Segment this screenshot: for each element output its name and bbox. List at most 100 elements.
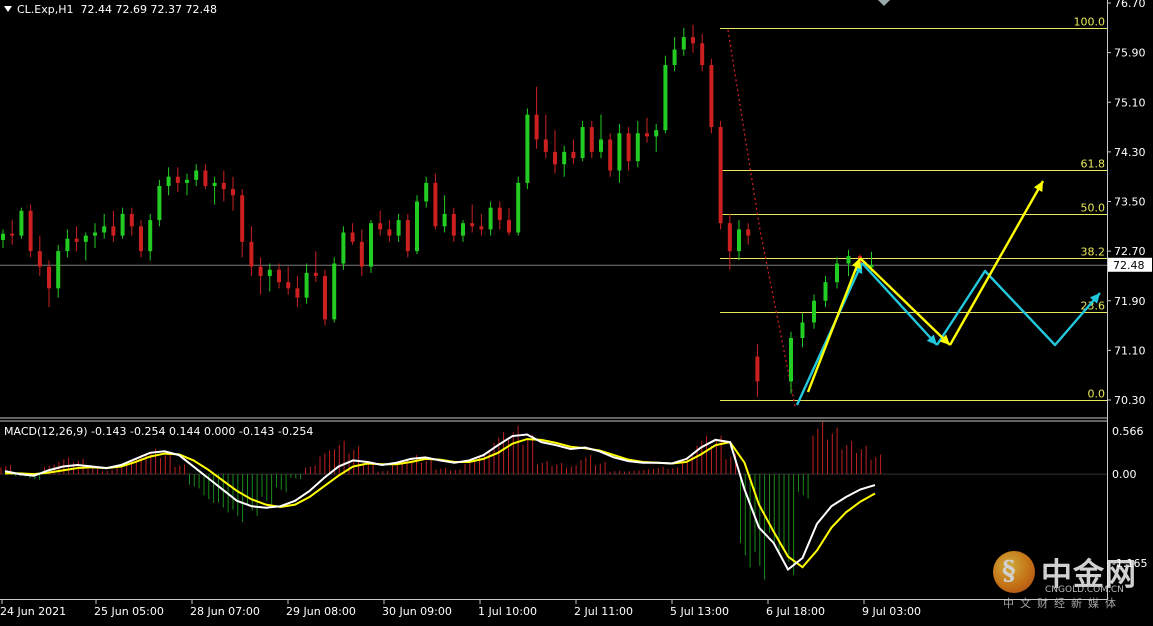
time-axis-label: 30 Jun 09:00	[382, 605, 452, 618]
candle-body	[83, 235, 88, 242]
candle-body	[718, 127, 723, 224]
candle-body	[295, 288, 300, 298]
candle-body	[543, 139, 548, 152]
candle-body	[442, 213, 447, 227]
macd-axis-label: 0.00	[1112, 468, 1137, 481]
candle-body	[451, 213, 456, 236]
candle-body	[341, 232, 346, 264]
candle-body	[617, 133, 622, 171]
candle-body	[727, 223, 732, 252]
candle-body	[212, 182, 217, 186]
candle-body	[663, 65, 668, 131]
current-price-label: 72.48	[1113, 259, 1145, 272]
price-axis-label: 71.10	[1114, 344, 1146, 357]
candle-body	[415, 201, 419, 252]
candle-body	[332, 263, 337, 320]
candle-body	[37, 251, 42, 267]
candle-body	[111, 226, 116, 236]
candle-body	[672, 49, 677, 66]
candle-body	[681, 37, 686, 50]
chart-window[interactable]: 100.0 61.8 50.0 38.2 23.6 0.0 76.70 75.90 75.10…	[0, 0, 1153, 622]
candle-body	[835, 263, 839, 283]
candle-body	[571, 151, 576, 159]
candle-body	[789, 337, 793, 382]
chevron-down-icon[interactable]	[4, 6, 12, 12]
candle-body	[139, 226, 143, 252]
candle-body	[129, 213, 134, 227]
watermark-url: CNGOLD.COM.CN	[1045, 585, 1124, 595]
price-axis-label: 71.90	[1114, 295, 1146, 308]
candle-body	[737, 229, 741, 252]
candle-body	[277, 269, 281, 283]
candle-body	[635, 133, 640, 162]
watermark-logo: § 中金网 CNGOLD.COM.CN 中文财经新媒体	[993, 549, 1149, 613]
candle-body	[812, 300, 816, 323]
candle-body	[369, 223, 373, 267]
price-axis-label: 76.70	[1114, 0, 1146, 10]
fib-level-label: 100.0	[1074, 16, 1106, 29]
candle-body	[19, 210, 24, 236]
watermark-tagline: 中文财经新媒体	[1003, 597, 1122, 610]
candle-body	[534, 114, 539, 140]
price-axis-label: 70.30	[1114, 394, 1146, 407]
candle-body	[562, 151, 567, 165]
fib-level-label: 50.0	[1081, 202, 1106, 215]
candle-body	[691, 37, 695, 44]
time-axis-label: 29 Jun 08:00	[286, 605, 356, 618]
candle-body	[203, 170, 208, 186]
time-axis-label: 6 Jul 18:00	[766, 605, 825, 618]
price-axis-label: 75.90	[1114, 47, 1146, 60]
symbol-timeframe: CL.Exp,H1	[17, 3, 74, 16]
candle-body	[194, 170, 199, 180]
candle-body	[755, 356, 760, 382]
candle-body	[267, 269, 272, 276]
time-axis-label: 5 Jul 13:00	[670, 605, 729, 618]
candle-body	[378, 223, 383, 230]
candle-body	[709, 65, 714, 128]
candle-body	[1, 233, 5, 240]
candle-body	[10, 233, 15, 236]
candle-body	[221, 182, 226, 190]
candle-body	[424, 182, 429, 202]
candle-body	[231, 189, 235, 196]
candle-body	[846, 256, 851, 264]
candle-body	[258, 266, 263, 276]
candle-body	[175, 176, 180, 183]
candle-body	[405, 220, 410, 252]
candle-body	[166, 176, 171, 186]
macd-header: MACD(12,26,9) -0.143 -0.254 0.144 0.000 …	[4, 425, 313, 438]
time-axis-label: 2 Jul 11:00	[574, 605, 633, 618]
candle-body	[823, 282, 828, 301]
candle-body	[608, 139, 613, 171]
candle-body	[387, 229, 392, 236]
candle-body	[461, 223, 465, 236]
candle-body	[553, 151, 557, 165]
price-axis-label: 73.50	[1114, 196, 1146, 209]
candle-body	[93, 232, 97, 236]
candle-body	[497, 207, 502, 221]
candle-body	[286, 282, 291, 289]
fib-level-label: 38.2	[1081, 246, 1106, 259]
price-axis-label: 75.10	[1114, 96, 1146, 109]
time-axis-label: 1 Jul 10:00	[478, 605, 537, 618]
price-axis-label: 74.30	[1114, 146, 1146, 159]
candle-body	[700, 43, 705, 66]
fib-level-label: 61.8	[1081, 158, 1106, 171]
candle-body	[479, 226, 484, 230]
candle-body	[654, 130, 659, 137]
coin-logo-icon: §	[993, 551, 1035, 593]
fib-level-label: 0.0	[1088, 388, 1106, 401]
symbol-header[interactable]: CL.Exp,H1 72.44 72.69 72.37 72.48	[4, 3, 217, 16]
candle-body	[120, 213, 125, 236]
chart-canvas[interactable]: 100.061.850.038.223.60.0 76.7075.9075.10…	[0, 0, 1153, 622]
candle-body	[185, 179, 189, 183]
candle-body	[65, 238, 70, 252]
candle-body	[148, 220, 153, 252]
candle-body	[599, 139, 603, 152]
macd-axis-label: 0.566	[1112, 425, 1144, 438]
candle-body	[580, 127, 585, 159]
price-axis-label: 72.70	[1114, 245, 1146, 258]
candle-body	[507, 220, 511, 233]
macd-label: MACD(12,26,9) -0.143 -0.254 0.144 0.000 …	[4, 425, 314, 438]
time-axis-label: 25 Jun 05:00	[94, 605, 164, 618]
